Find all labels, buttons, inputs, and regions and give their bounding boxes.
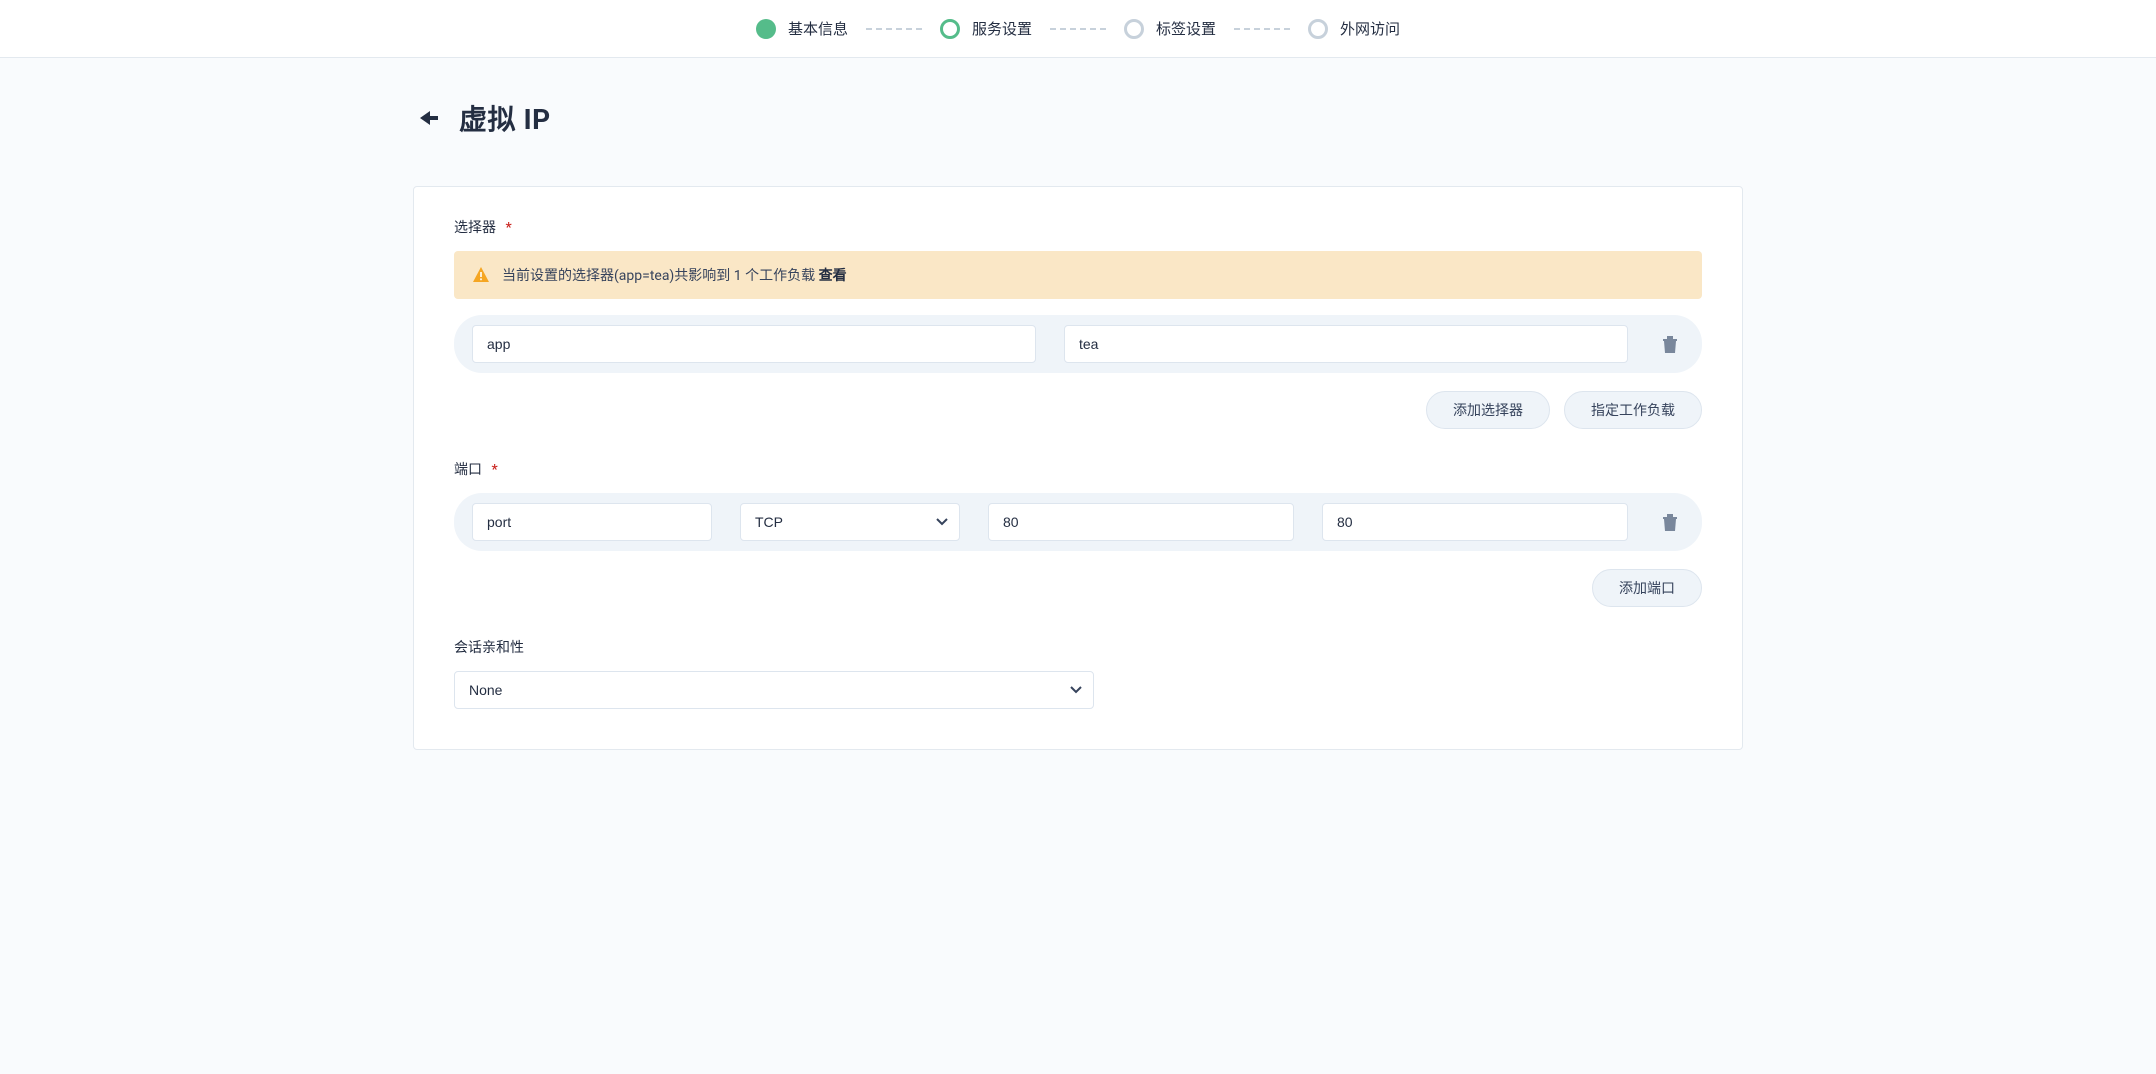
selector-actions: 添加选择器 指定工作负载 — [454, 391, 1702, 429]
selector-key-col — [472, 325, 1036, 363]
session-affinity-select[interactable] — [454, 671, 1094, 709]
trash-icon — [1661, 512, 1679, 532]
step-label: 外网访问 — [1340, 18, 1400, 39]
port-row — [454, 493, 1702, 551]
step-separator — [866, 28, 922, 30]
target-port-col — [1322, 503, 1628, 541]
step-separator — [1234, 28, 1290, 30]
session-affinity-label: 会话亲和性 — [454, 637, 1702, 657]
port-name-input[interactable] — [472, 503, 712, 541]
step-label-settings[interactable]: 标签设置 — [1124, 18, 1216, 39]
banner-view-link[interactable]: 查看 — [819, 268, 847, 284]
form-card: 选择器 * 当前设置的选择器(app=tea)共影响到 1 个工作负载 查看 — [413, 186, 1743, 750]
selector-value-input[interactable] — [1064, 325, 1628, 363]
selector-label: 选择器 * — [454, 217, 1702, 237]
required-mark: * — [505, 220, 511, 236]
step-separator — [1050, 28, 1106, 30]
step-label: 服务设置 — [972, 18, 1032, 39]
port-col — [988, 503, 1294, 541]
steps: 基本信息 服务设置 标签设置 外网访问 — [756, 18, 1400, 39]
port-protocol-col — [740, 503, 960, 541]
required-mark: * — [491, 462, 497, 478]
target-port-input[interactable] — [1322, 503, 1628, 541]
step-dot-active-icon — [940, 19, 960, 39]
trash-icon — [1661, 334, 1679, 354]
selector-key-input[interactable] — [472, 325, 1036, 363]
delete-selector-button[interactable] — [1656, 334, 1684, 354]
page-title: 虚拟 IP — [459, 98, 551, 138]
steps-header: 基本信息 服务设置 标签设置 外网访问 — [0, 0, 2156, 58]
port-protocol-select-wrap — [740, 503, 960, 541]
ports-label: 端口 * — [454, 459, 1702, 479]
step-dot-pending-icon — [1308, 19, 1328, 39]
port-protocol-select[interactable] — [740, 503, 960, 541]
selector-row — [454, 315, 1702, 373]
step-basic-info[interactable]: 基本信息 — [756, 18, 848, 39]
step-dot-done-icon — [756, 19, 776, 39]
step-service-settings[interactable]: 服务设置 — [940, 18, 1032, 39]
banner-text: 当前设置的选择器(app=tea)共影响到 1 个工作负载 查看 — [502, 265, 847, 285]
port-input[interactable] — [988, 503, 1294, 541]
warning-triangle-icon — [472, 266, 490, 284]
add-selector-button[interactable]: 添加选择器 — [1426, 391, 1550, 429]
session-affinity-select-wrap — [454, 671, 1094, 709]
step-external-access[interactable]: 外网访问 — [1308, 18, 1400, 39]
step-dot-pending-icon — [1124, 19, 1144, 39]
port-actions: 添加端口 — [454, 569, 1702, 607]
title-row: 虚拟 IP — [413, 98, 1743, 138]
selector-warning-banner: 当前设置的选择器(app=tea)共影响到 1 个工作负载 查看 — [454, 251, 1702, 299]
specify-workload-button[interactable]: 指定工作负载 — [1564, 391, 1702, 429]
port-name-col — [472, 503, 712, 541]
ports-label-text: 端口 — [454, 462, 482, 478]
selector-label-text: 选择器 — [454, 220, 496, 236]
step-label: 基本信息 — [788, 18, 848, 39]
banner-message: 当前设置的选择器(app=tea)共影响到 1 个工作负载 — [502, 268, 815, 284]
delete-port-button[interactable] — [1656, 512, 1684, 532]
page-body: 虚拟 IP 选择器 * 当前设置的选择器(app=tea)共影响到 1 个工作负… — [413, 58, 1743, 810]
step-label: 标签设置 — [1156, 18, 1216, 39]
back-arrow-icon[interactable] — [417, 108, 441, 128]
selector-value-col — [1064, 325, 1628, 363]
add-port-button[interactable]: 添加端口 — [1592, 569, 1702, 607]
